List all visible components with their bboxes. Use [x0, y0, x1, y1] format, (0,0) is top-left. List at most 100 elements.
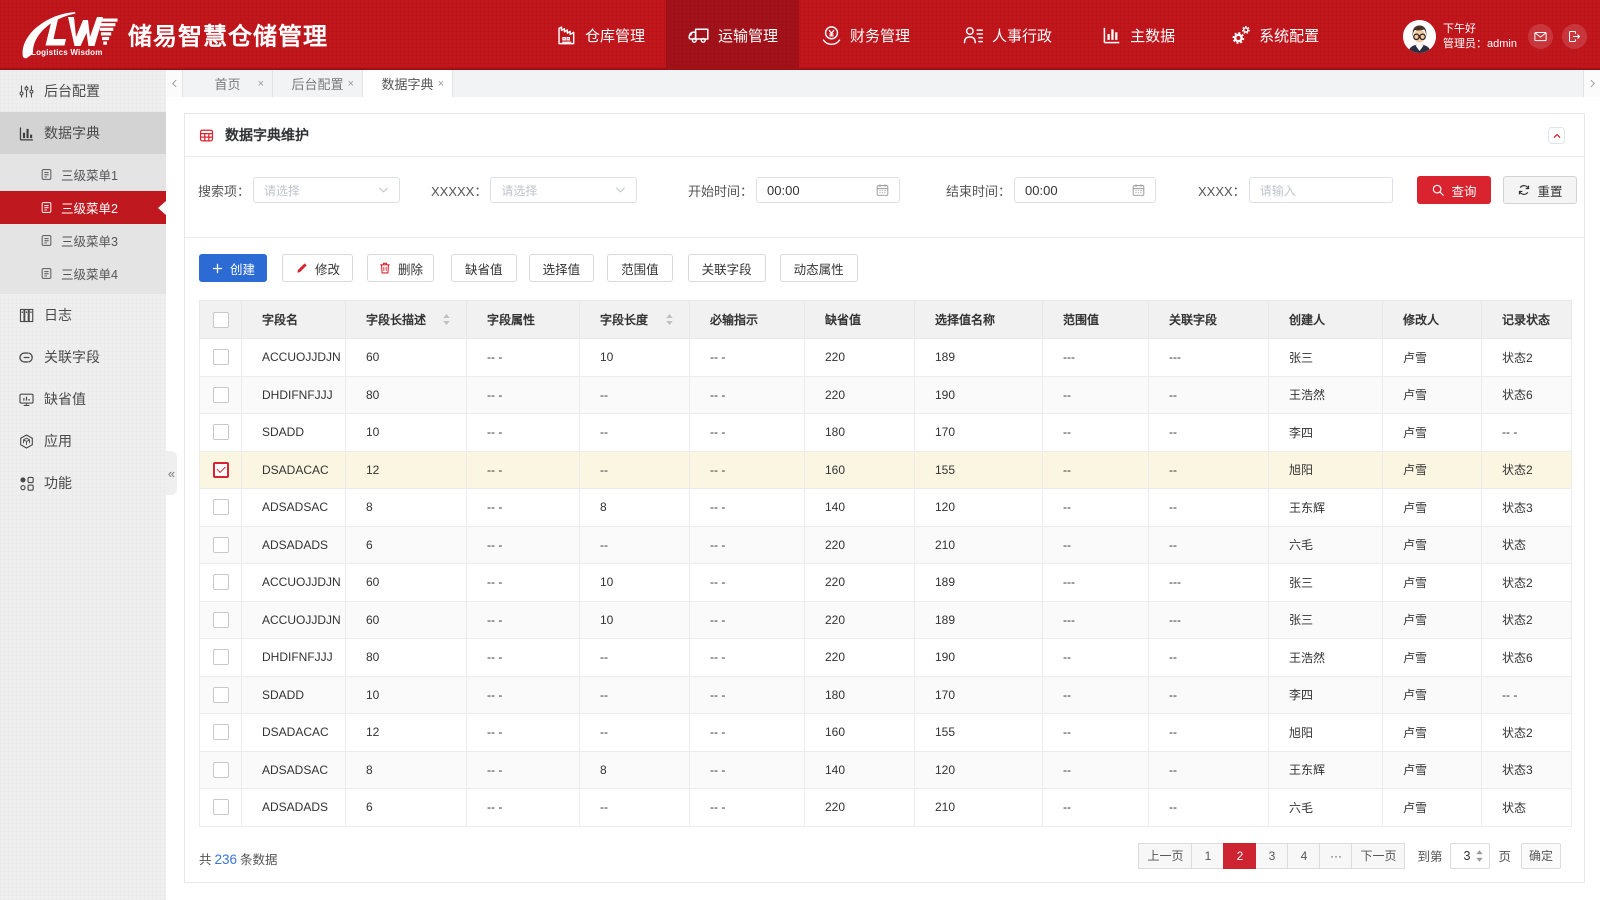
sort-icon[interactable] — [664, 313, 675, 326]
column-header[interactable]: 字段长度 — [579, 300, 690, 339]
reset-button[interactable]: 重置 — [1503, 176, 1577, 204]
user-info[interactable]: 下午好 管理员：admin — [1403, 20, 1517, 53]
table-cell: 189 — [914, 338, 1043, 377]
sidebar-item-features[interactable]: 功能 — [0, 462, 166, 504]
page-button[interactable]: 3 — [1255, 842, 1289, 869]
sidebar-item-default-values[interactable]: 缺省值 — [0, 378, 166, 420]
xxxxx-select[interactable]: 请选择 — [490, 177, 638, 203]
range-value-button[interactable]: 范围值 — [607, 254, 673, 282]
column-header[interactable]: 字段名 — [241, 300, 346, 339]
search-select[interactable]: 请选择 — [253, 177, 401, 203]
tab-close-icon[interactable]: × — [348, 78, 354, 90]
sidebar-item-backend-config[interactable]: 后台配置 — [0, 70, 166, 112]
sidebar-collapse-handle[interactable]: « — [166, 451, 177, 495]
sort-icon[interactable] — [441, 313, 452, 326]
dynamic-attr-button[interactable]: 动态属性 — [779, 254, 858, 282]
row-checkbox[interactable] — [212, 686, 229, 703]
tab-close-icon[interactable]: × — [258, 78, 264, 90]
row-checkbox[interactable] — [212, 611, 229, 628]
row-checkbox[interactable] — [212, 761, 229, 778]
table-cell: DSADACAC — [241, 450, 346, 489]
nav-finance[interactable]: 财务管理 — [799, 0, 931, 70]
row-checkbox[interactable] — [212, 799, 229, 816]
column-header[interactable]: 缺省值 — [804, 300, 915, 339]
row-checkbox[interactable] — [212, 724, 229, 741]
table-cell: 旭阳 — [1268, 450, 1383, 489]
sidebar-submenu-item[interactable]: 三级菜单2 — [0, 191, 166, 224]
sidebar-item-logs[interactable]: 日志 — [0, 294, 166, 336]
page-button[interactable]: 4 — [1287, 842, 1321, 869]
linked-field-button[interactable]: 关联字段 — [687, 254, 766, 282]
page-button[interactable]: 1 — [1191, 842, 1225, 869]
nav-masterdata[interactable]: 主数据 — [1079, 0, 1196, 70]
tab-close-icon[interactable]: × — [438, 78, 444, 90]
table-cell: 卢雪 — [1382, 488, 1482, 527]
tabs-scroll-right-button[interactable] — [1583, 70, 1600, 97]
tabs-scroll-left-button[interactable] — [166, 70, 183, 97]
tab[interactable]: 首页 × — [183, 70, 273, 97]
table-cell: 170 — [914, 675, 1043, 714]
active-notch — [158, 200, 166, 215]
table-row: ADSADSAC 8 -- -8 -- -140 120 -- -- 王东辉 卢雪 状态3 — [199, 750, 1572, 789]
logout-button[interactable] — [1562, 24, 1587, 49]
column-header[interactable]: 字段长描述 — [345, 300, 467, 339]
sidebar-submenu-item[interactable]: 三级菜单3 — [0, 224, 166, 257]
goto-page-input[interactable]: 3 — [1450, 842, 1491, 869]
nav-hr[interactable]: 人事行政 — [941, 0, 1073, 70]
table-cell: 189 — [914, 600, 1043, 639]
column-header[interactable]: 创建人 — [1268, 300, 1383, 339]
table-cell: 8 — [579, 750, 690, 789]
greeting-text: 下午好 — [1443, 22, 1476, 35]
sidebar-submenu-item[interactable]: 三级菜单1 — [0, 158, 166, 191]
tab[interactable]: 数据字典 × — [363, 70, 453, 97]
column-header[interactable]: 关联字段 — [1148, 300, 1269, 339]
page-button[interactable]: 下一页 — [1351, 842, 1406, 869]
row-checkbox[interactable] — [212, 424, 229, 441]
xxxx-text-input[interactable]: 请输入 — [1248, 177, 1393, 203]
column-header[interactable]: 记录状态 — [1481, 300, 1572, 339]
row-checkbox[interactable] — [212, 536, 229, 553]
column-header[interactable]: 字段属性 — [466, 300, 580, 339]
page-button[interactable]: 上一页 — [1138, 842, 1193, 869]
edit-button[interactable]: 修改 — [282, 254, 354, 282]
page-button[interactable]: 2 — [1223, 842, 1257, 869]
table-cell: 8 — [345, 488, 467, 527]
column-label: 范围值 — [1063, 313, 1100, 327]
page-button[interactable]: ··· — [1319, 842, 1353, 869]
nav-warehouse[interactable]: 仓库管理 — [534, 0, 666, 70]
end-time-input[interactable]: 00:00 — [1014, 177, 1157, 203]
collapse-card-button[interactable] — [1548, 127, 1565, 144]
nav-sysconfig[interactable]: 系统配置 — [1208, 0, 1340, 70]
table-cell: 王浩然 — [1268, 638, 1383, 677]
tab[interactable]: 后台配置 × — [273, 70, 363, 97]
sidebar-item-applications[interactable]: 应用 — [0, 420, 166, 462]
create-button[interactable]: 创建 — [199, 254, 268, 282]
row-checkbox[interactable] — [212, 461, 229, 478]
query-button[interactable]: 查询 — [1417, 176, 1491, 204]
sidebar-item-data-dictionary[interactable]: 数据字典 — [0, 112, 166, 154]
table-cell: DHDIFNFJJJ — [241, 375, 346, 414]
column-header[interactable]: 范围值 — [1042, 300, 1149, 339]
row-checkbox[interactable] — [212, 349, 229, 366]
column-header[interactable]: 修改人 — [1382, 300, 1482, 339]
row-checkbox[interactable] — [212, 386, 229, 403]
start-time-input[interactable]: 00:00 — [756, 177, 901, 203]
select-all-checkbox[interactable] — [212, 311, 229, 328]
row-checkbox[interactable] — [212, 649, 229, 666]
row-checkbox[interactable] — [212, 499, 229, 516]
nav-transport[interactable]: 运输管理 — [666, 0, 799, 70]
table-cell: 卢雪 — [1382, 638, 1482, 677]
sidebar-item-linked-fields[interactable]: 关联字段 — [0, 336, 166, 378]
mail-button[interactable] — [1528, 24, 1553, 49]
column-header[interactable]: 必输指示 — [689, 300, 805, 339]
table-cell: -- - — [1481, 413, 1572, 452]
delete-button[interactable]: 删除 — [367, 254, 435, 282]
table-cell: 旭阳 — [1268, 713, 1383, 752]
row-checkbox[interactable] — [212, 574, 229, 591]
column-header[interactable]: 选择值名称 — [914, 300, 1043, 339]
sidebar-submenu-item[interactable]: 三级菜单4 — [0, 257, 166, 290]
select-value-button[interactable]: 选择值 — [528, 254, 595, 282]
confirm-button[interactable]: 确定 — [1521, 842, 1561, 869]
table-cell: 12 — [345, 450, 467, 489]
default-value-button[interactable]: 缺省值 — [451, 254, 517, 282]
